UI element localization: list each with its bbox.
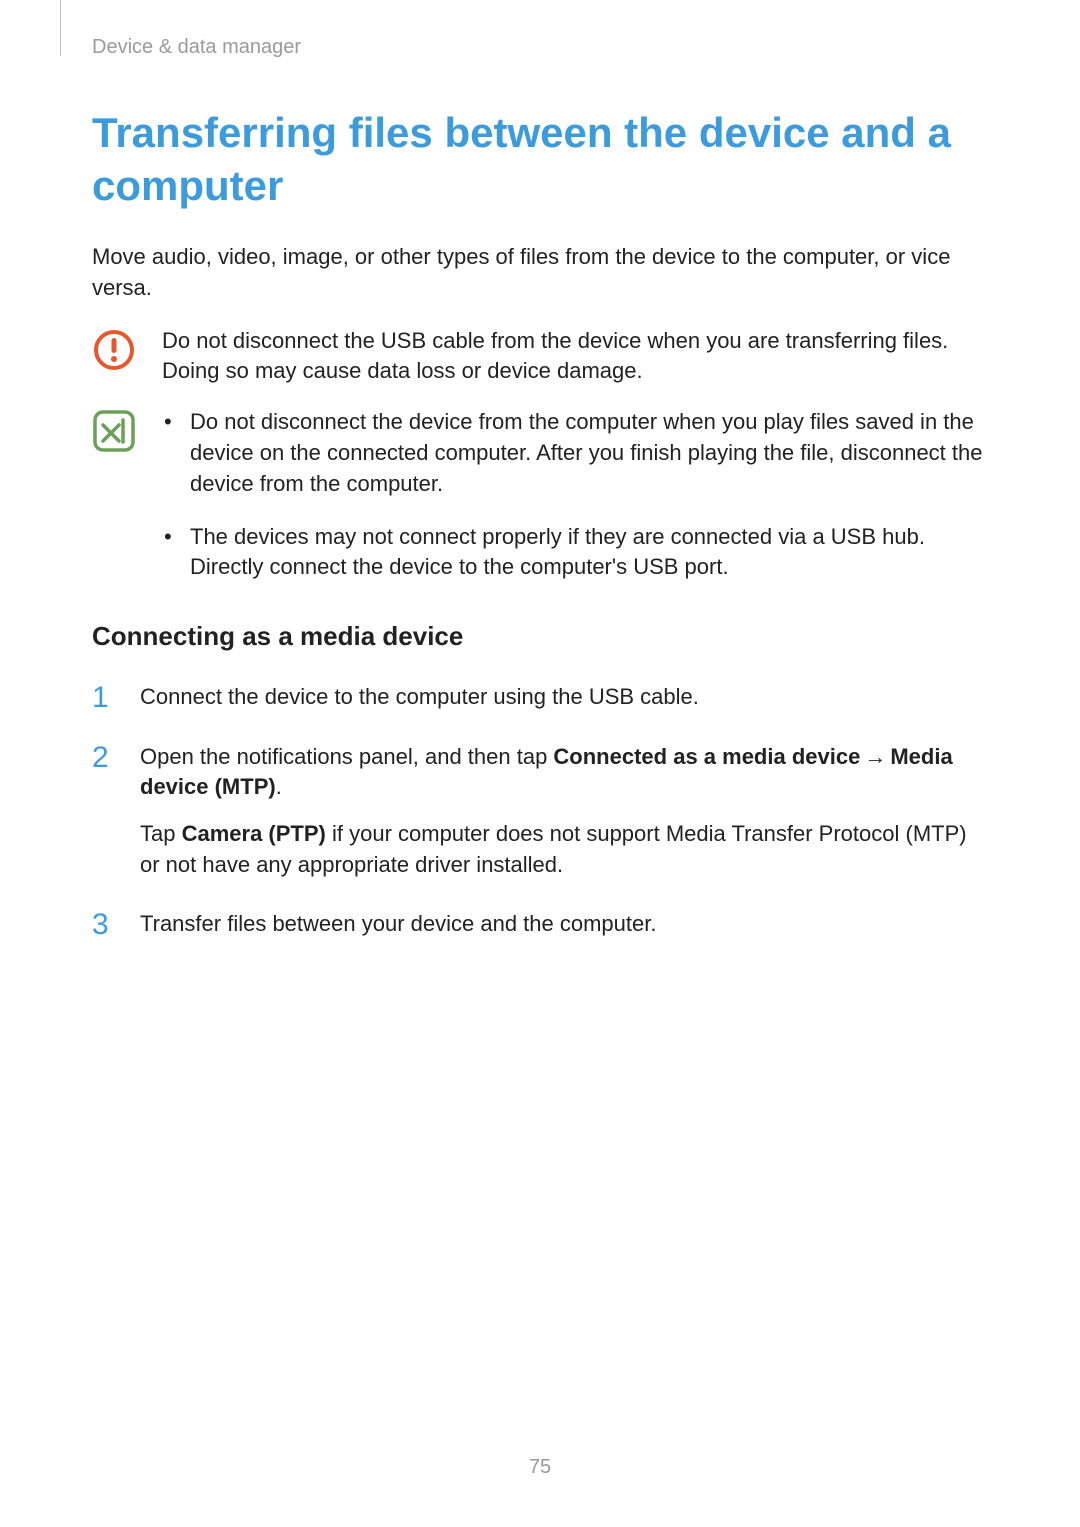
step-1: 1 Connect the device to the computer usi… [92,682,988,714]
intro-paragraph: Move audio, video, image, or other types… [92,242,988,304]
document-page: Device & data manager Transferring files… [0,0,1080,1527]
info-note: Do not disconnect the device from the co… [92,407,988,583]
step-number: 1 [92,682,120,714]
arrow-icon: → [860,744,890,769]
info-bullet-list: Do not disconnect the device from the co… [162,407,988,583]
text-run: . [276,774,282,799]
text-run: Tap [140,821,182,846]
page-title: Transferring files between the device an… [92,107,988,212]
info-bullet-item: Do not disconnect the device from the co… [162,407,988,499]
page-number: 75 [0,1456,1080,1479]
caution-icon [92,328,136,372]
step-text: Open the notifications panel, and then t… [140,742,988,804]
step-number: 3 [92,909,120,941]
step-body: Connect the device to the computer using… [140,682,988,714]
caution-text: Do not disconnect the USB cable from the… [162,326,988,388]
step-2: 2 Open the notifications panel, and then… [92,742,988,881]
step-text: Tap Camera (PTP) if your computer does n… [140,819,988,881]
subheading: Connecting as a media device [92,621,988,652]
bold-run: Camera (PTP) [182,821,326,846]
step-number: 2 [92,742,120,881]
crop-mark [60,0,61,56]
note-icon [92,409,136,453]
bold-run: Connected as a media device [553,744,860,769]
caution-note: Do not disconnect the USB cable from the… [92,326,988,388]
info-note-body: Do not disconnect the device from the co… [162,407,988,583]
step-body: Open the notifications panel, and then t… [140,742,988,881]
step-3: 3 Transfer files between your device and… [92,909,988,941]
info-bullet-item: The devices may not connect properly if … [162,522,988,584]
section-header: Device & data manager [92,36,988,59]
step-text: Transfer files between your device and t… [140,909,988,940]
step-text: Connect the device to the computer using… [140,682,988,713]
step-body: Transfer files between your device and t… [140,909,988,941]
text-run: Open the notifications panel, and then t… [140,744,553,769]
